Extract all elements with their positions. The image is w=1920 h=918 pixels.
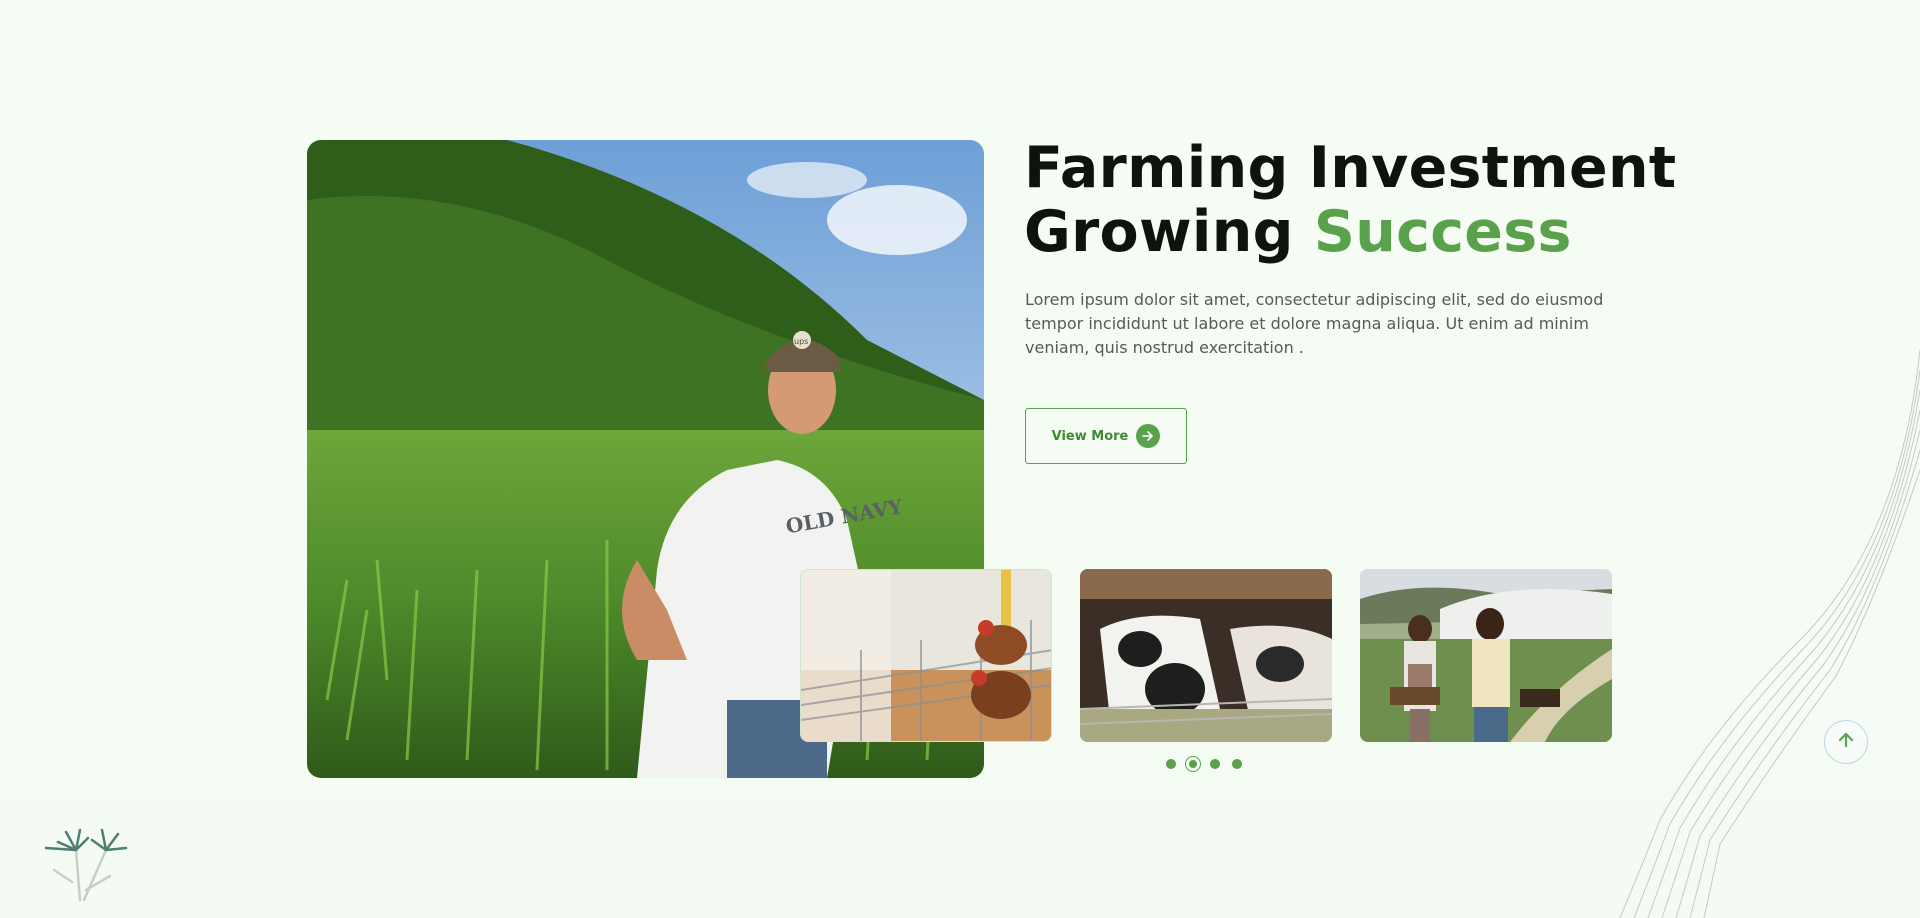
pagination-dot-4[interactable] bbox=[1232, 759, 1242, 769]
hero-description: Lorem ipsum dolor sit amet, consectetur … bbox=[1025, 290, 1604, 357]
view-more-label: View More bbox=[1051, 428, 1129, 444]
hero-title: Farming Investment Growing Success bbox=[1024, 136, 1676, 264]
scroll-to-top-button[interactable] bbox=[1824, 720, 1868, 764]
pagination-dot-3[interactable] bbox=[1210, 759, 1220, 769]
thumbnail-farmers[interactable] bbox=[1360, 569, 1612, 742]
arrow-up-icon bbox=[1837, 731, 1855, 754]
plant-sprout-icon bbox=[44, 828, 128, 902]
hero-title-accent: Success bbox=[1313, 199, 1572, 265]
decorative-wave-lines bbox=[1619, 349, 1920, 918]
view-more-button[interactable]: View More bbox=[1025, 408, 1187, 464]
thumbnail-cows[interactable] bbox=[1080, 569, 1332, 742]
pagination-dot-2[interactable] bbox=[1185, 756, 1201, 772]
pagination-dot-1[interactable] bbox=[1166, 759, 1176, 769]
cap-logo: ups bbox=[794, 337, 808, 346]
arrow-right-icon bbox=[1136, 424, 1161, 448]
hero-title-line1: Farming Investment bbox=[1024, 135, 1677, 201]
hero-title-line2: Growing bbox=[1024, 199, 1314, 265]
slider-pagination bbox=[1166, 756, 1242, 772]
thumbnail-chickens[interactable] bbox=[800, 569, 1052, 742]
